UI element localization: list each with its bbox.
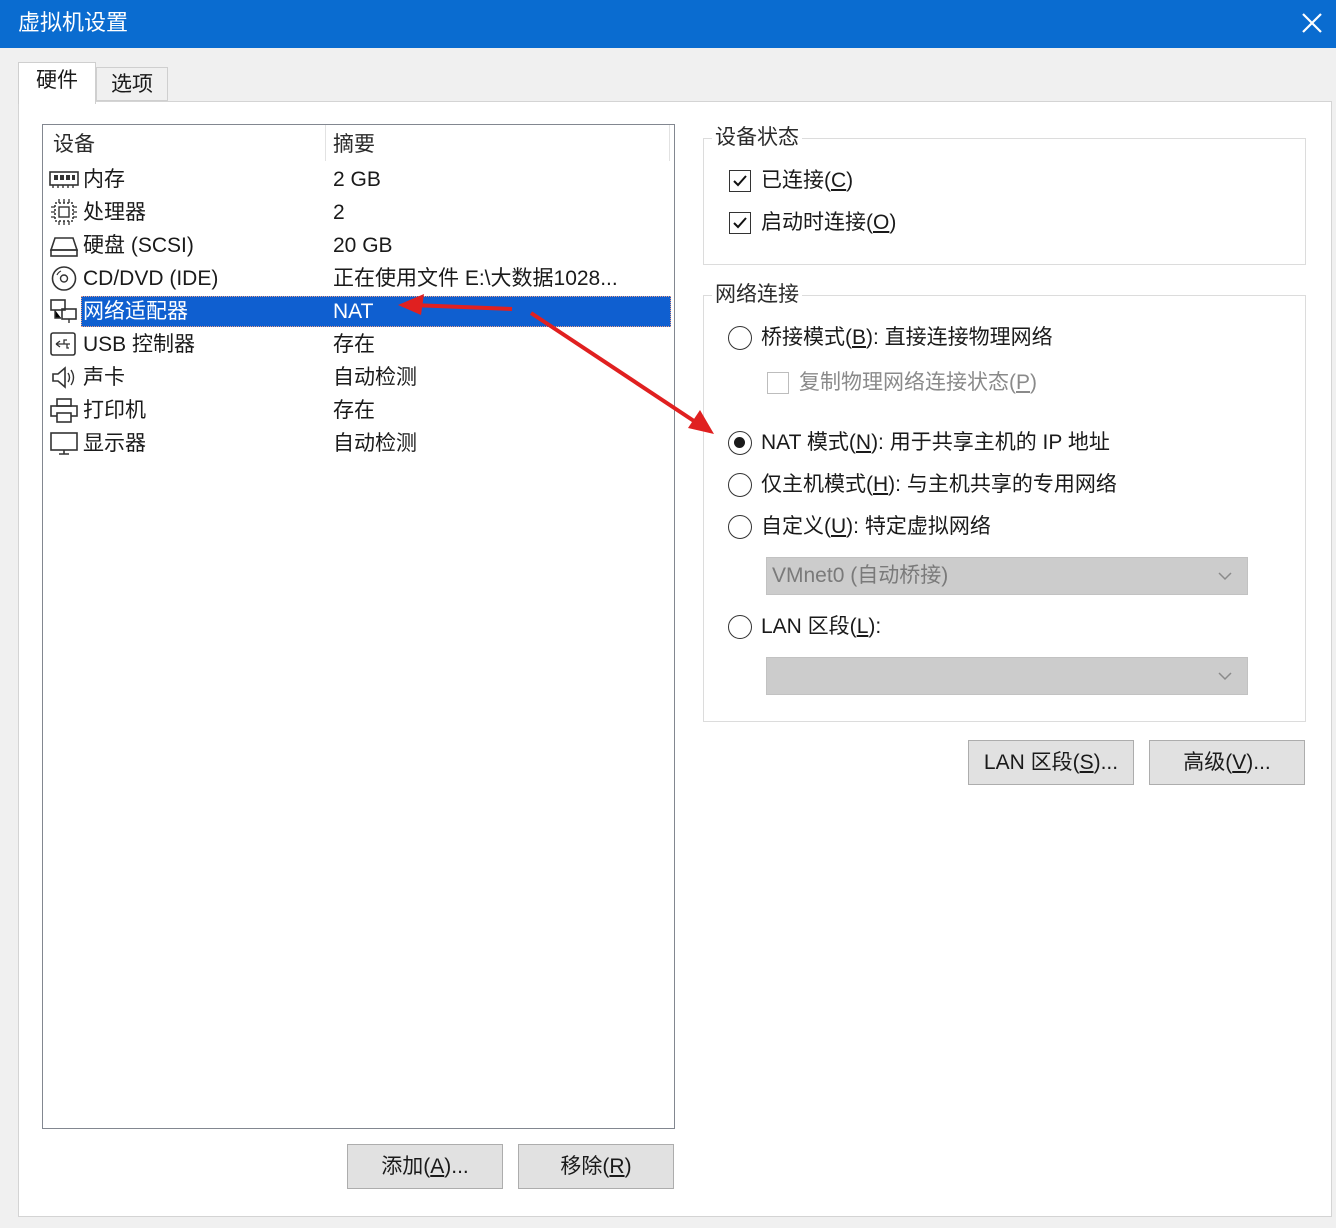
replicate-state-label[interactable]: 复制物理网络连接状态(P)	[799, 368, 1037, 398]
replicate-state-checkbox[interactable]	[767, 372, 789, 394]
device-row-network-adapter[interactable]: 网络适配器 NAT	[43, 295, 674, 328]
device-summary: 2	[333, 201, 345, 224]
device-summary: 存在	[333, 399, 375, 422]
lan-segment-select[interactable]	[766, 657, 1248, 695]
device-name: 声卡	[83, 366, 125, 389]
device-name: 网络适配器	[83, 300, 188, 323]
close-button[interactable]	[1288, 0, 1336, 48]
header-summary[interactable]: 摘要	[333, 131, 375, 159]
cd-dvd-icon	[51, 266, 77, 291]
chevron-down-icon	[1218, 572, 1232, 581]
connected-checkbox[interactable]	[729, 170, 751, 192]
nat-label[interactable]: NAT 模式(N): 用于共享主机的 IP 地址	[761, 428, 1110, 458]
device-row-cpu[interactable]: 处理器 2	[43, 196, 674, 229]
add-button[interactable]: 添加(A)...	[347, 1144, 503, 1189]
device-row-printer[interactable]: 打印机 存在	[43, 394, 674, 427]
nat-radio[interactable]	[728, 431, 752, 455]
device-name: USB 控制器	[83, 333, 196, 356]
memory-icon	[49, 171, 79, 188]
harddisk-icon	[49, 237, 79, 257]
device-summary: 自动检测	[333, 432, 417, 455]
cpu-icon	[51, 199, 77, 225]
checkmark-icon	[733, 217, 747, 229]
window-title: 虚拟机设置	[18, 10, 129, 35]
tab-hardware[interactable]: 硬件	[18, 62, 96, 104]
device-name: 打印机	[83, 399, 146, 422]
advanced-button[interactable]: 高级(V)...	[1149, 740, 1305, 785]
device-list[interactable]: 设备 摘要 内存 2 GB 处理器 2 硬盘 (SCSI) 20 GB CD/D…	[42, 124, 675, 1129]
device-row-harddisk[interactable]: 硬盘 (SCSI) 20 GB	[43, 229, 674, 262]
network-adapter-icon	[50, 299, 77, 323]
device-row-cd-dvd[interactable]: CD/DVD (IDE) 正在使用文件 E:\大数据1028...	[43, 262, 674, 295]
lan-segment-label[interactable]: LAN 区段(L):	[761, 612, 881, 642]
checkmark-icon	[733, 175, 747, 187]
custom-network-value: VMnet0 (自动桥接)	[772, 564, 949, 587]
speaker-icon	[52, 366, 75, 389]
device-summary: NAT	[333, 300, 374, 323]
lan-segment-radio[interactable]	[728, 615, 752, 639]
remove-button[interactable]: 移除(R)	[518, 1144, 674, 1189]
custom-label[interactable]: 自定义(U): 特定虚拟网络	[761, 512, 991, 542]
host-only-radio[interactable]	[728, 473, 752, 497]
device-name: 内存	[83, 168, 125, 191]
device-summary: 正在使用文件 E:\大数据1028...	[333, 267, 618, 290]
custom-network-select[interactable]: VMnet0 (自动桥接)	[766, 557, 1248, 595]
device-summary: 存在	[333, 333, 375, 356]
usb-icon	[50, 332, 76, 356]
connect-on-start-label[interactable]: 启动时连接(O)	[761, 208, 896, 238]
column-separator	[325, 125, 326, 161]
bridged-radio[interactable]	[728, 326, 752, 350]
device-row-usb[interactable]: USB 控制器 存在	[43, 328, 674, 361]
header-device[interactable]: 设备	[53, 131, 95, 159]
column-separator	[669, 125, 670, 161]
tab-options[interactable]: 选项	[96, 67, 168, 101]
device-name: CD/DVD (IDE)	[83, 267, 219, 290]
device-summary: 2 GB	[333, 168, 381, 191]
device-name: 处理器	[83, 201, 146, 224]
close-icon	[1302, 13, 1322, 33]
host-only-label[interactable]: 仅主机模式(H): 与主机共享的专用网络	[761, 470, 1117, 500]
device-summary: 自动检测	[333, 366, 417, 389]
device-summary: 20 GB	[333, 234, 393, 257]
custom-radio[interactable]	[728, 515, 752, 539]
device-name: 显示器	[83, 432, 146, 455]
device-status-label: 设备状态	[712, 124, 802, 152]
bridged-label[interactable]: 桥接模式(B): 直接连接物理网络	[761, 323, 1053, 353]
connect-on-start-checkbox[interactable]	[729, 212, 751, 234]
network-connection-label: 网络连接	[712, 281, 802, 309]
chevron-down-icon	[1218, 672, 1232, 681]
title-bar: 虚拟机设置	[0, 0, 1336, 48]
radio-dot	[734, 437, 745, 448]
device-name: 硬盘 (SCSI)	[83, 234, 194, 257]
printer-icon	[50, 398, 78, 423]
device-row-sound-card[interactable]: 声卡 自动检测	[43, 361, 674, 394]
device-row-monitor[interactable]: 显示器 自动检测	[43, 427, 674, 460]
lan-segments-button[interactable]: LAN 区段(S)...	[968, 740, 1134, 785]
device-row-memory[interactable]: 内存 2 GB	[43, 163, 674, 196]
device-status-group	[703, 138, 1306, 265]
monitor-icon	[50, 432, 78, 455]
connected-label[interactable]: 已连接(C)	[761, 166, 853, 196]
